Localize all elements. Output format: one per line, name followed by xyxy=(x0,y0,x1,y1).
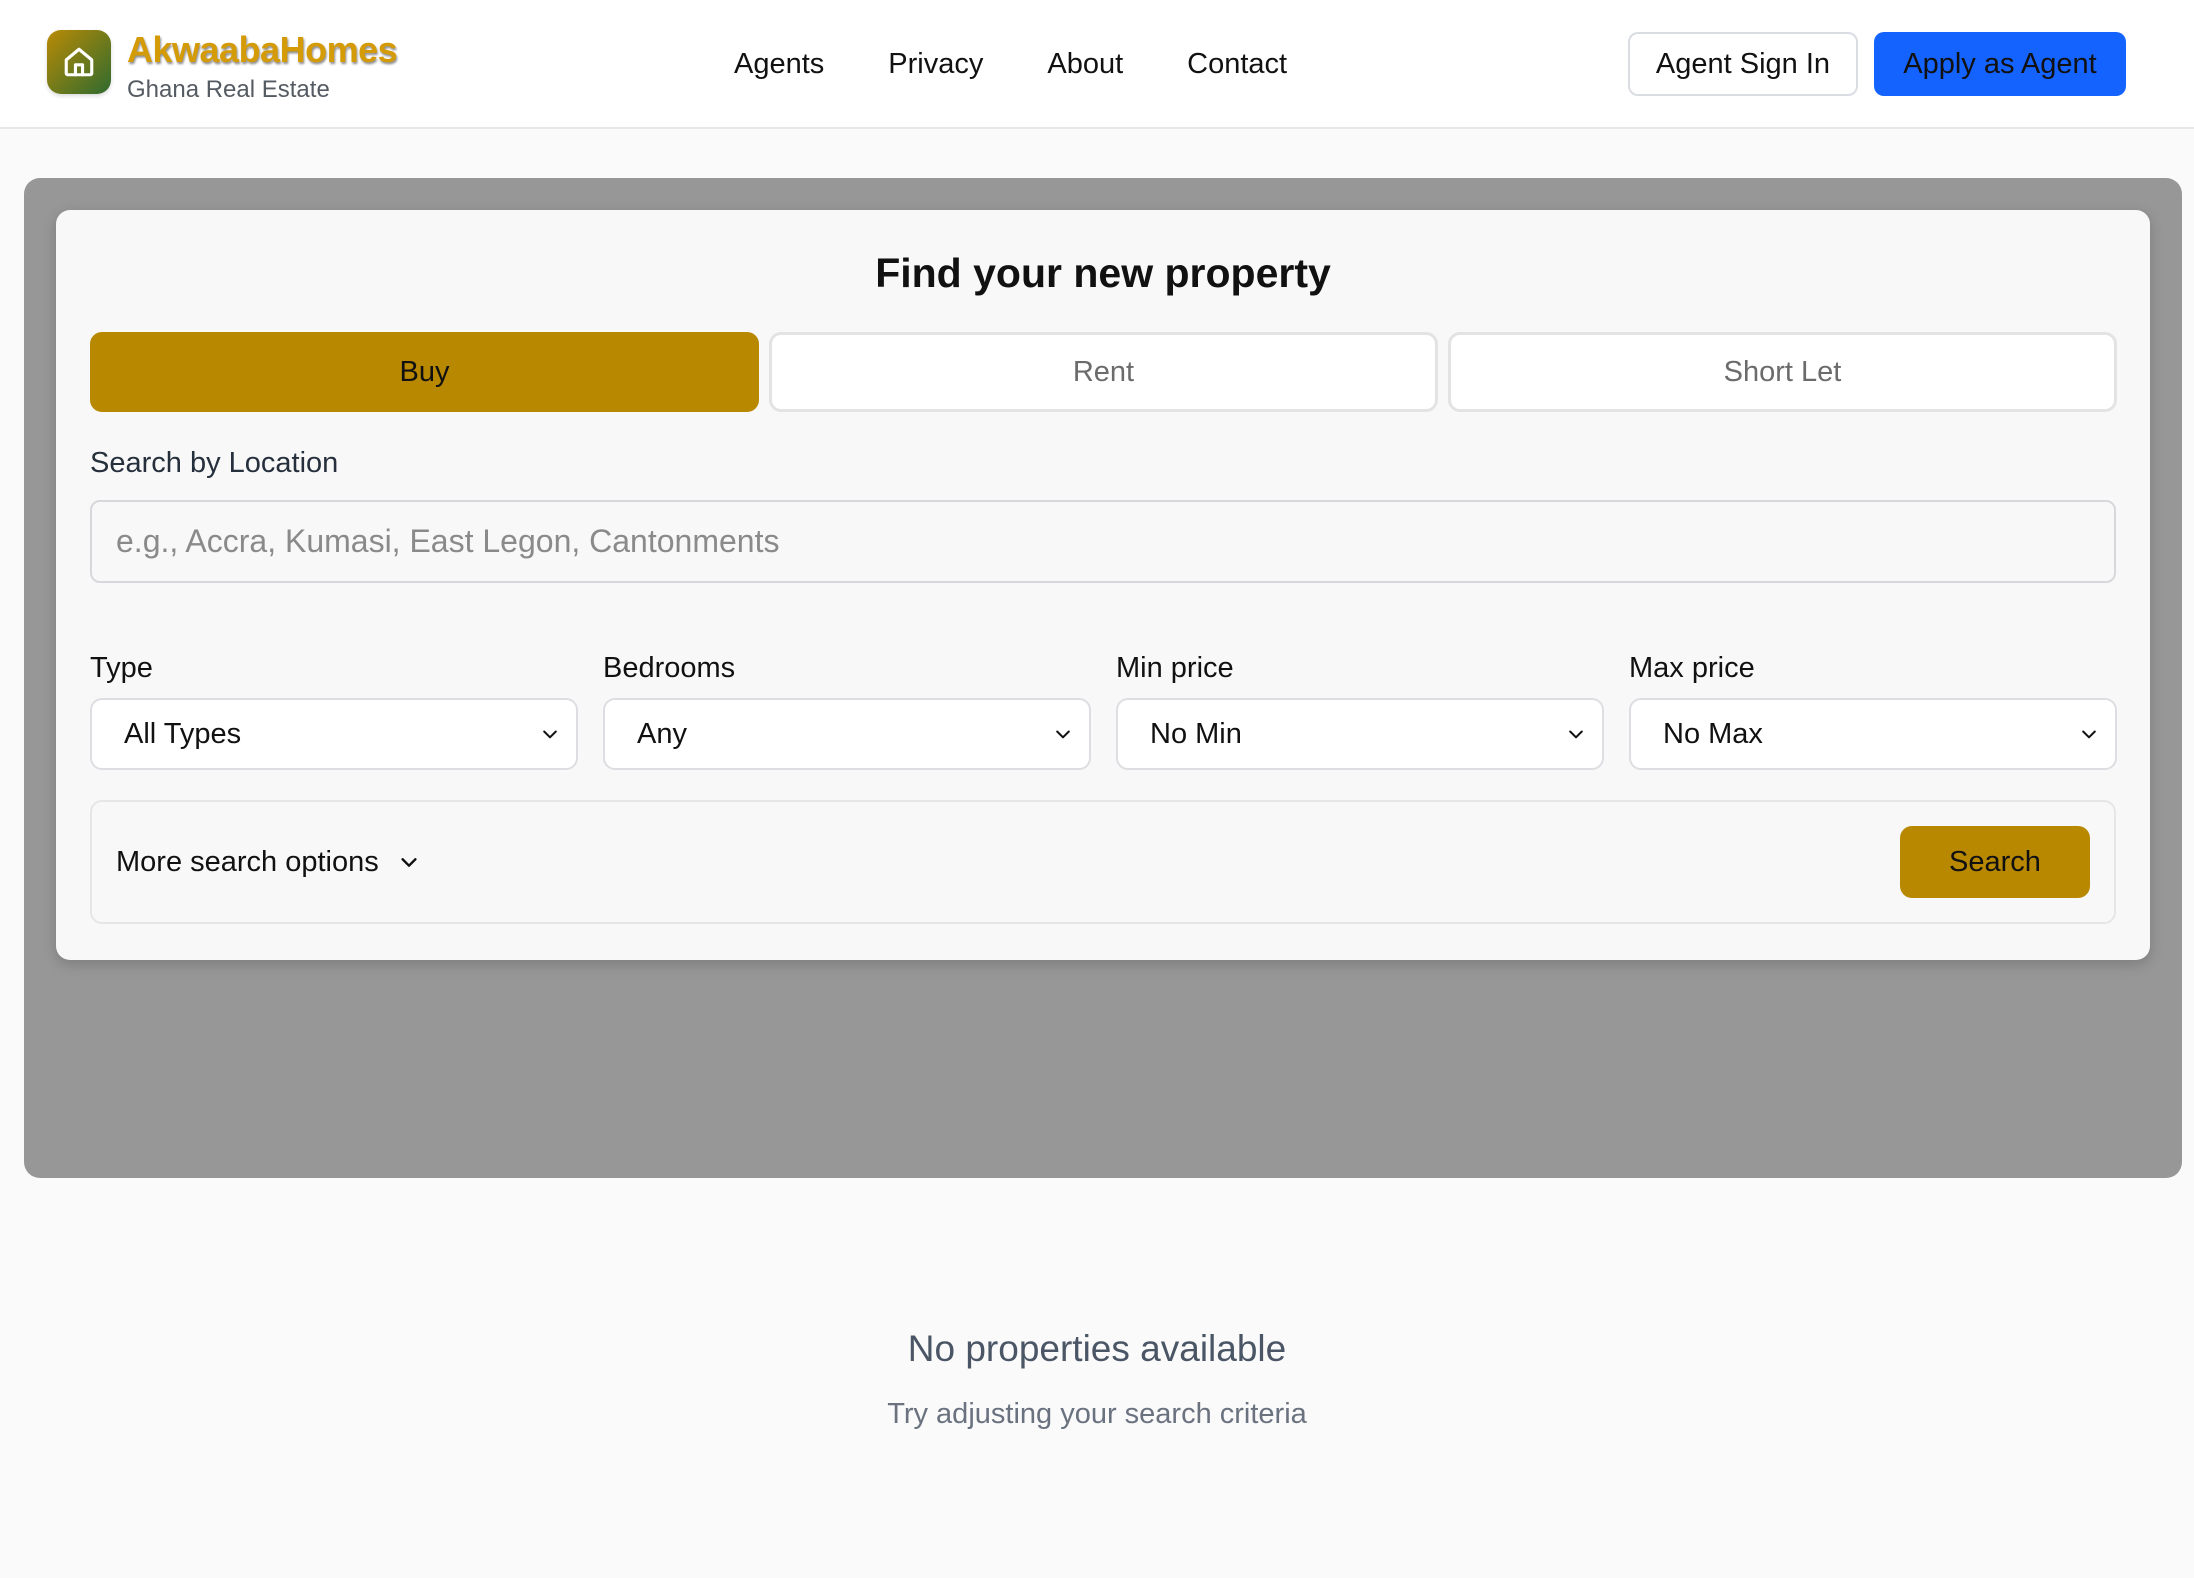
type-select[interactable]: All Types xyxy=(90,698,578,770)
apply-as-agent-button[interactable]: Apply as Agent xyxy=(1874,32,2126,96)
chevron-down-icon xyxy=(2077,722,2101,746)
min-price-select[interactable]: No Min xyxy=(1116,698,1604,770)
empty-state-title: No properties available xyxy=(907,1328,1287,1369)
chevron-down-icon xyxy=(538,722,562,746)
filter-min-price: Min price No Min xyxy=(1116,650,1604,770)
search-button[interactable]: Search xyxy=(1900,826,2090,898)
chevron-down-icon xyxy=(1564,722,1588,746)
filter-bedrooms-label: Bedrooms xyxy=(603,652,736,684)
filter-bedrooms: Bedrooms Any xyxy=(603,650,1091,770)
agent-sign-in-button[interactable]: Agent Sign In xyxy=(1628,32,1858,96)
tab-rent[interactable]: Rent xyxy=(769,332,1438,412)
brand-tagline: Ghana Real Estate xyxy=(127,76,330,103)
search-title: Find your new property xyxy=(875,250,1331,296)
tab-short-let[interactable]: Short Let xyxy=(1448,332,2117,412)
nav-link-privacy[interactable]: Privacy xyxy=(888,44,983,84)
nav-link-about[interactable]: About xyxy=(1047,44,1123,84)
filter-min-price-label: Min price xyxy=(1116,652,1234,684)
filter-max-price: Max price No Max xyxy=(1629,650,2117,770)
chevron-down-icon xyxy=(1051,722,1075,746)
type-select-value: All Types xyxy=(124,717,242,750)
listing-type-tabs: Buy Rent Short Let xyxy=(90,332,2117,412)
location-label: Search by Location xyxy=(90,447,339,479)
filters-row: Type All Types Bedrooms Any Min price No… xyxy=(90,650,2117,770)
filter-type-label: Type xyxy=(90,652,153,684)
nav-link-contact[interactable]: Contact xyxy=(1187,44,1287,84)
brand[interactable]: AkwaabaHomes Ghana Real Estate xyxy=(47,30,398,104)
filter-max-price-label: Max price xyxy=(1629,652,1755,684)
bedrooms-select-value: Any xyxy=(637,717,687,750)
more-options-row: More search options Search xyxy=(90,800,2116,924)
tab-buy[interactable]: Buy xyxy=(90,332,759,412)
more-search-options-label: More search options xyxy=(116,846,379,878)
location-search-input[interactable] xyxy=(90,500,2116,583)
filter-type: Type All Types xyxy=(90,650,578,770)
brand-name[interactable]: AkwaabaHomes xyxy=(127,30,398,70)
property-search-card: Find your new property Buy Rent Short Le… xyxy=(56,210,2150,960)
max-price-select[interactable]: No Max xyxy=(1629,698,2117,770)
min-price-select-value: No Min xyxy=(1150,717,1242,750)
nav-link-agents[interactable]: Agents xyxy=(734,44,824,84)
main-nav: Agents Privacy About Contact xyxy=(734,44,1287,84)
site-header: AkwaabaHomes Ghana Real Estate Agents Pr… xyxy=(0,0,2194,129)
home-icon[interactable] xyxy=(47,30,111,94)
more-search-options-toggle[interactable]: More search options xyxy=(116,842,421,882)
empty-state-subtitle: Try adjusting your search criteria xyxy=(887,1398,1307,1430)
chevron-down-icon xyxy=(397,850,421,874)
max-price-select-value: No Max xyxy=(1663,717,1763,750)
bedrooms-select[interactable]: Any xyxy=(603,698,1091,770)
